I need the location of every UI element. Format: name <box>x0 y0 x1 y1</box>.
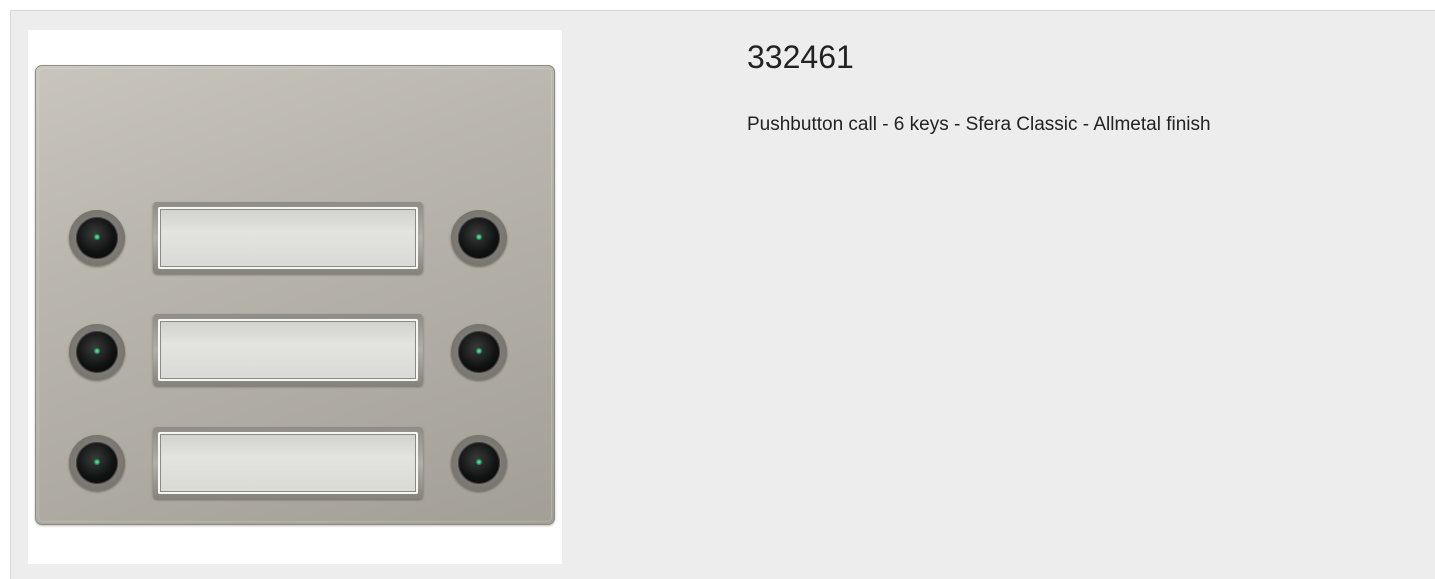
led-icon <box>94 459 100 465</box>
key-cap <box>458 331 500 373</box>
key-cap <box>458 442 500 484</box>
led-icon <box>94 234 100 240</box>
key-cap <box>458 217 500 259</box>
name-label-slot-1 <box>153 202 423 274</box>
led-icon <box>476 459 482 465</box>
led-icon <box>476 234 482 240</box>
name-label-window <box>158 207 418 269</box>
key-cap <box>76 217 118 259</box>
call-key-3[interactable] <box>69 324 125 380</box>
led-icon <box>476 348 482 354</box>
call-key-1[interactable] <box>69 210 125 266</box>
name-label-slot-2 <box>153 314 423 386</box>
name-label-window <box>158 432 418 494</box>
call-key-6[interactable] <box>451 435 507 491</box>
key-cap <box>76 331 118 373</box>
product-image[interactable] <box>28 30 562 564</box>
pushbutton-plate <box>35 65 555 525</box>
name-label-slot-3 <box>153 427 423 499</box>
led-icon <box>94 348 100 354</box>
call-key-5[interactable] <box>69 435 125 491</box>
product-card: 332461 Pushbutton call - 6 keys - Sfera … <box>10 10 1435 579</box>
key-cap <box>76 442 118 484</box>
product-code: 332461 <box>747 39 854 75</box>
call-key-4[interactable] <box>451 324 507 380</box>
product-description: Pushbutton call - 6 keys - Sfera Classic… <box>747 114 1211 135</box>
name-label-window <box>158 319 418 381</box>
call-key-2[interactable] <box>451 210 507 266</box>
